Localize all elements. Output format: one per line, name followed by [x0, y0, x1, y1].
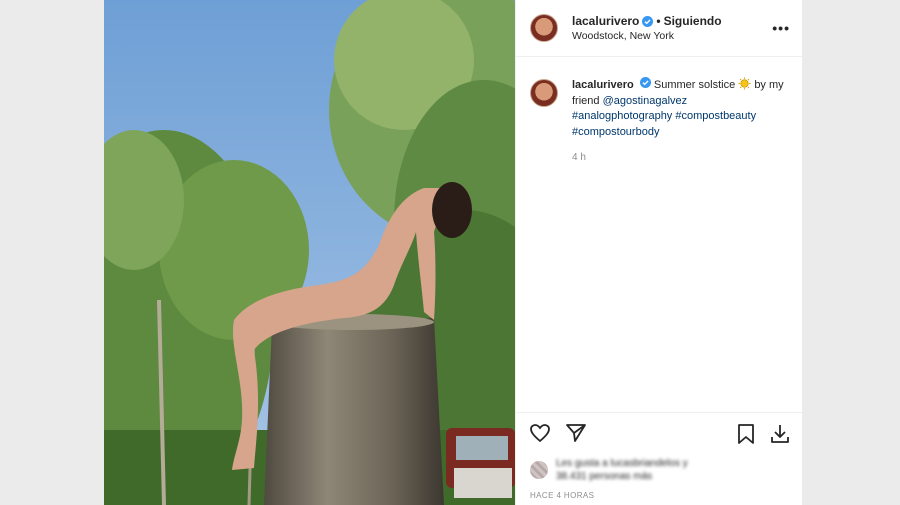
- dot-separator: •: [656, 14, 661, 28]
- header-text: lacalurivero • Siguiendo Woodstock, New …: [572, 14, 722, 42]
- heart-icon[interactable]: [528, 421, 552, 445]
- post-modal: lacalurivero • Siguiendo Woodstock, New …: [104, 0, 802, 505]
- caption-text: Summer solstice: [653, 79, 736, 91]
- header-line: lacalurivero • Siguiendo: [572, 14, 722, 28]
- hashtag-link[interactable]: #compostourbody: [572, 126, 659, 138]
- caption-username[interactable]: lacalurivero: [572, 79, 634, 91]
- hashtag-link[interactable]: #analogphotography: [572, 110, 672, 122]
- likes-line-1: Les gusta a lucasbriandelos y: [556, 458, 688, 469]
- paper-plane-icon[interactable]: [564, 421, 588, 445]
- hashtag-link[interactable]: #compostbeauty: [675, 110, 756, 122]
- post-location[interactable]: Woodstock, New York: [572, 30, 722, 42]
- bookmark-icon[interactable]: [734, 422, 758, 446]
- comments-area: [516, 166, 802, 413]
- likes-line-2: 38.431 personas más: [556, 471, 653, 482]
- mention-link[interactable]: @agostinagalvez: [603, 95, 688, 107]
- following-button[interactable]: Siguiendo: [664, 14, 722, 28]
- caption-time: 4 h: [572, 152, 586, 163]
- caption-body: lacalurivero Summer solstice by my frien…: [572, 77, 787, 166]
- post-caption: lacalurivero Summer solstice by my frien…: [516, 57, 802, 166]
- posted-time[interactable]: HACE 4 HORAS: [516, 487, 802, 505]
- author-username[interactable]: lacalurivero: [572, 14, 639, 28]
- post-header: lacalurivero • Siguiendo Woodstock, New …: [516, 0, 802, 57]
- post-image: [104, 0, 515, 505]
- likes-text: Les gusta a lucasbriandelos y 38.431 per…: [556, 457, 688, 483]
- post-photo[interactable]: [104, 0, 515, 505]
- likes-summary[interactable]: Les gusta a lucasbriandelos y 38.431 per…: [516, 453, 802, 487]
- liker-avatar: [530, 461, 548, 479]
- author-avatar[interactable]: [530, 14, 558, 42]
- post-side-panel: lacalurivero • Siguiendo Woodstock, New …: [515, 0, 802, 505]
- more-options-icon[interactable]: •••: [772, 20, 790, 36]
- sun-emoji-icon: [738, 77, 751, 90]
- verified-badge-icon: [639, 77, 651, 88]
- verified-badge-icon: [642, 15, 654, 27]
- action-bar: [516, 412, 802, 453]
- download-icon[interactable]: [768, 422, 792, 446]
- caption-avatar[interactable]: [530, 79, 558, 107]
